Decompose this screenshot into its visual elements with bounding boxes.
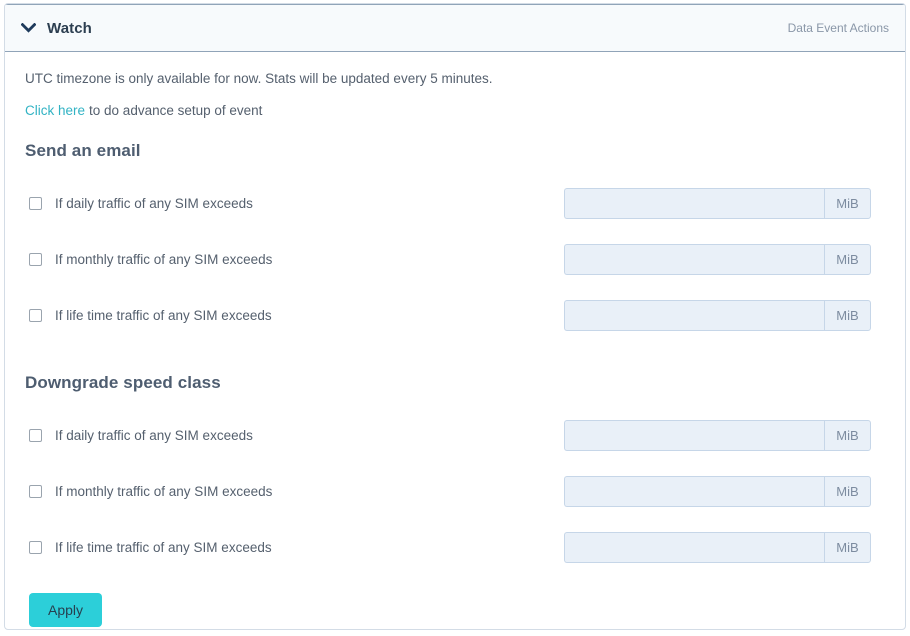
rule-checkbox-group: If monthly traffic of any SIM exceeds <box>25 252 325 267</box>
threshold-input-downgrade-lifetime[interactable] <box>564 532 824 563</box>
threshold-input-group: MiB <box>564 244 871 275</box>
rule-row: If life time traffic of any SIM exceeds … <box>25 519 885 575</box>
chevron-down-icon[interactable] <box>19 19 37 37</box>
unit-addon: MiB <box>824 476 871 507</box>
threshold-input-downgrade-monthly[interactable] <box>564 476 824 507</box>
checkbox-email-monthly[interactable] <box>29 253 42 266</box>
rule-label: If daily traffic of any SIM exceeds <box>55 196 253 211</box>
threshold-input-downgrade-daily[interactable] <box>564 420 824 451</box>
rule-label: If monthly traffic of any SIM exceeds <box>55 252 272 267</box>
rule-checkbox-group: If life time traffic of any SIM exceeds <box>25 540 325 555</box>
threshold-input-email-monthly[interactable] <box>564 244 824 275</box>
panel-header: Watch Data Event Actions <box>5 4 905 52</box>
checkbox-email-lifetime[interactable] <box>29 309 42 322</box>
unit-addon: MiB <box>824 300 871 331</box>
rule-label: If daily traffic of any SIM exceeds <box>55 428 253 443</box>
unit-addon: MiB <box>824 188 871 219</box>
rule-row: If daily traffic of any SIM exceeds MiB <box>25 407 885 463</box>
watch-panel: Watch Data Event Actions UTC timezone is… <box>4 3 906 630</box>
rule-checkbox-group: If daily traffic of any SIM exceeds <box>25 196 325 211</box>
rule-label: If life time traffic of any SIM exceeds <box>55 540 272 555</box>
rule-label: If monthly traffic of any SIM exceeds <box>55 484 272 499</box>
threshold-input-email-daily[interactable] <box>564 188 824 219</box>
advance-setup-link[interactable]: Click here <box>25 103 85 118</box>
checkbox-downgrade-monthly[interactable] <box>29 485 42 498</box>
rule-checkbox-group: If daily traffic of any SIM exceeds <box>25 428 325 443</box>
rule-row: If daily traffic of any SIM exceeds MiB <box>25 175 885 231</box>
unit-addon: MiB <box>824 420 871 451</box>
rule-checkbox-group: If monthly traffic of any SIM exceeds <box>25 484 325 499</box>
checkbox-email-daily[interactable] <box>29 197 42 210</box>
threshold-input-email-lifetime[interactable] <box>564 300 824 331</box>
advance-setup-line: Click here to do advance setup of event <box>25 102 885 120</box>
threshold-input-group: MiB <box>564 188 871 219</box>
timezone-notice: UTC timezone is only available for now. … <box>25 70 885 88</box>
apply-button[interactable]: Apply <box>29 593 102 627</box>
checkbox-downgrade-daily[interactable] <box>29 429 42 442</box>
data-event-actions-link[interactable]: Data Event Actions <box>788 21 889 35</box>
advance-setup-text: to do advance setup of event <box>89 103 262 118</box>
rule-row: If monthly traffic of any SIM exceeds Mi… <box>25 231 885 287</box>
unit-addon: MiB <box>824 532 871 563</box>
rule-checkbox-group: If life time traffic of any SIM exceeds <box>25 308 325 323</box>
panel-body: UTC timezone is only available for now. … <box>5 52 905 627</box>
rule-label: If life time traffic of any SIM exceeds <box>55 308 272 323</box>
section-title-send-an-email: Send an email <box>25 141 885 161</box>
rule-row: If life time traffic of any SIM exceeds … <box>25 287 885 343</box>
threshold-input-group: MiB <box>564 476 871 507</box>
unit-addon: MiB <box>824 244 871 275</box>
page-title: Watch <box>47 20 92 37</box>
threshold-input-group: MiB <box>564 420 871 451</box>
checkbox-downgrade-lifetime[interactable] <box>29 541 42 554</box>
threshold-input-group: MiB <box>564 300 871 331</box>
section-title-downgrade-speed-class: Downgrade speed class <box>25 373 885 393</box>
threshold-input-group: MiB <box>564 532 871 563</box>
rule-row: If monthly traffic of any SIM exceeds Mi… <box>25 463 885 519</box>
